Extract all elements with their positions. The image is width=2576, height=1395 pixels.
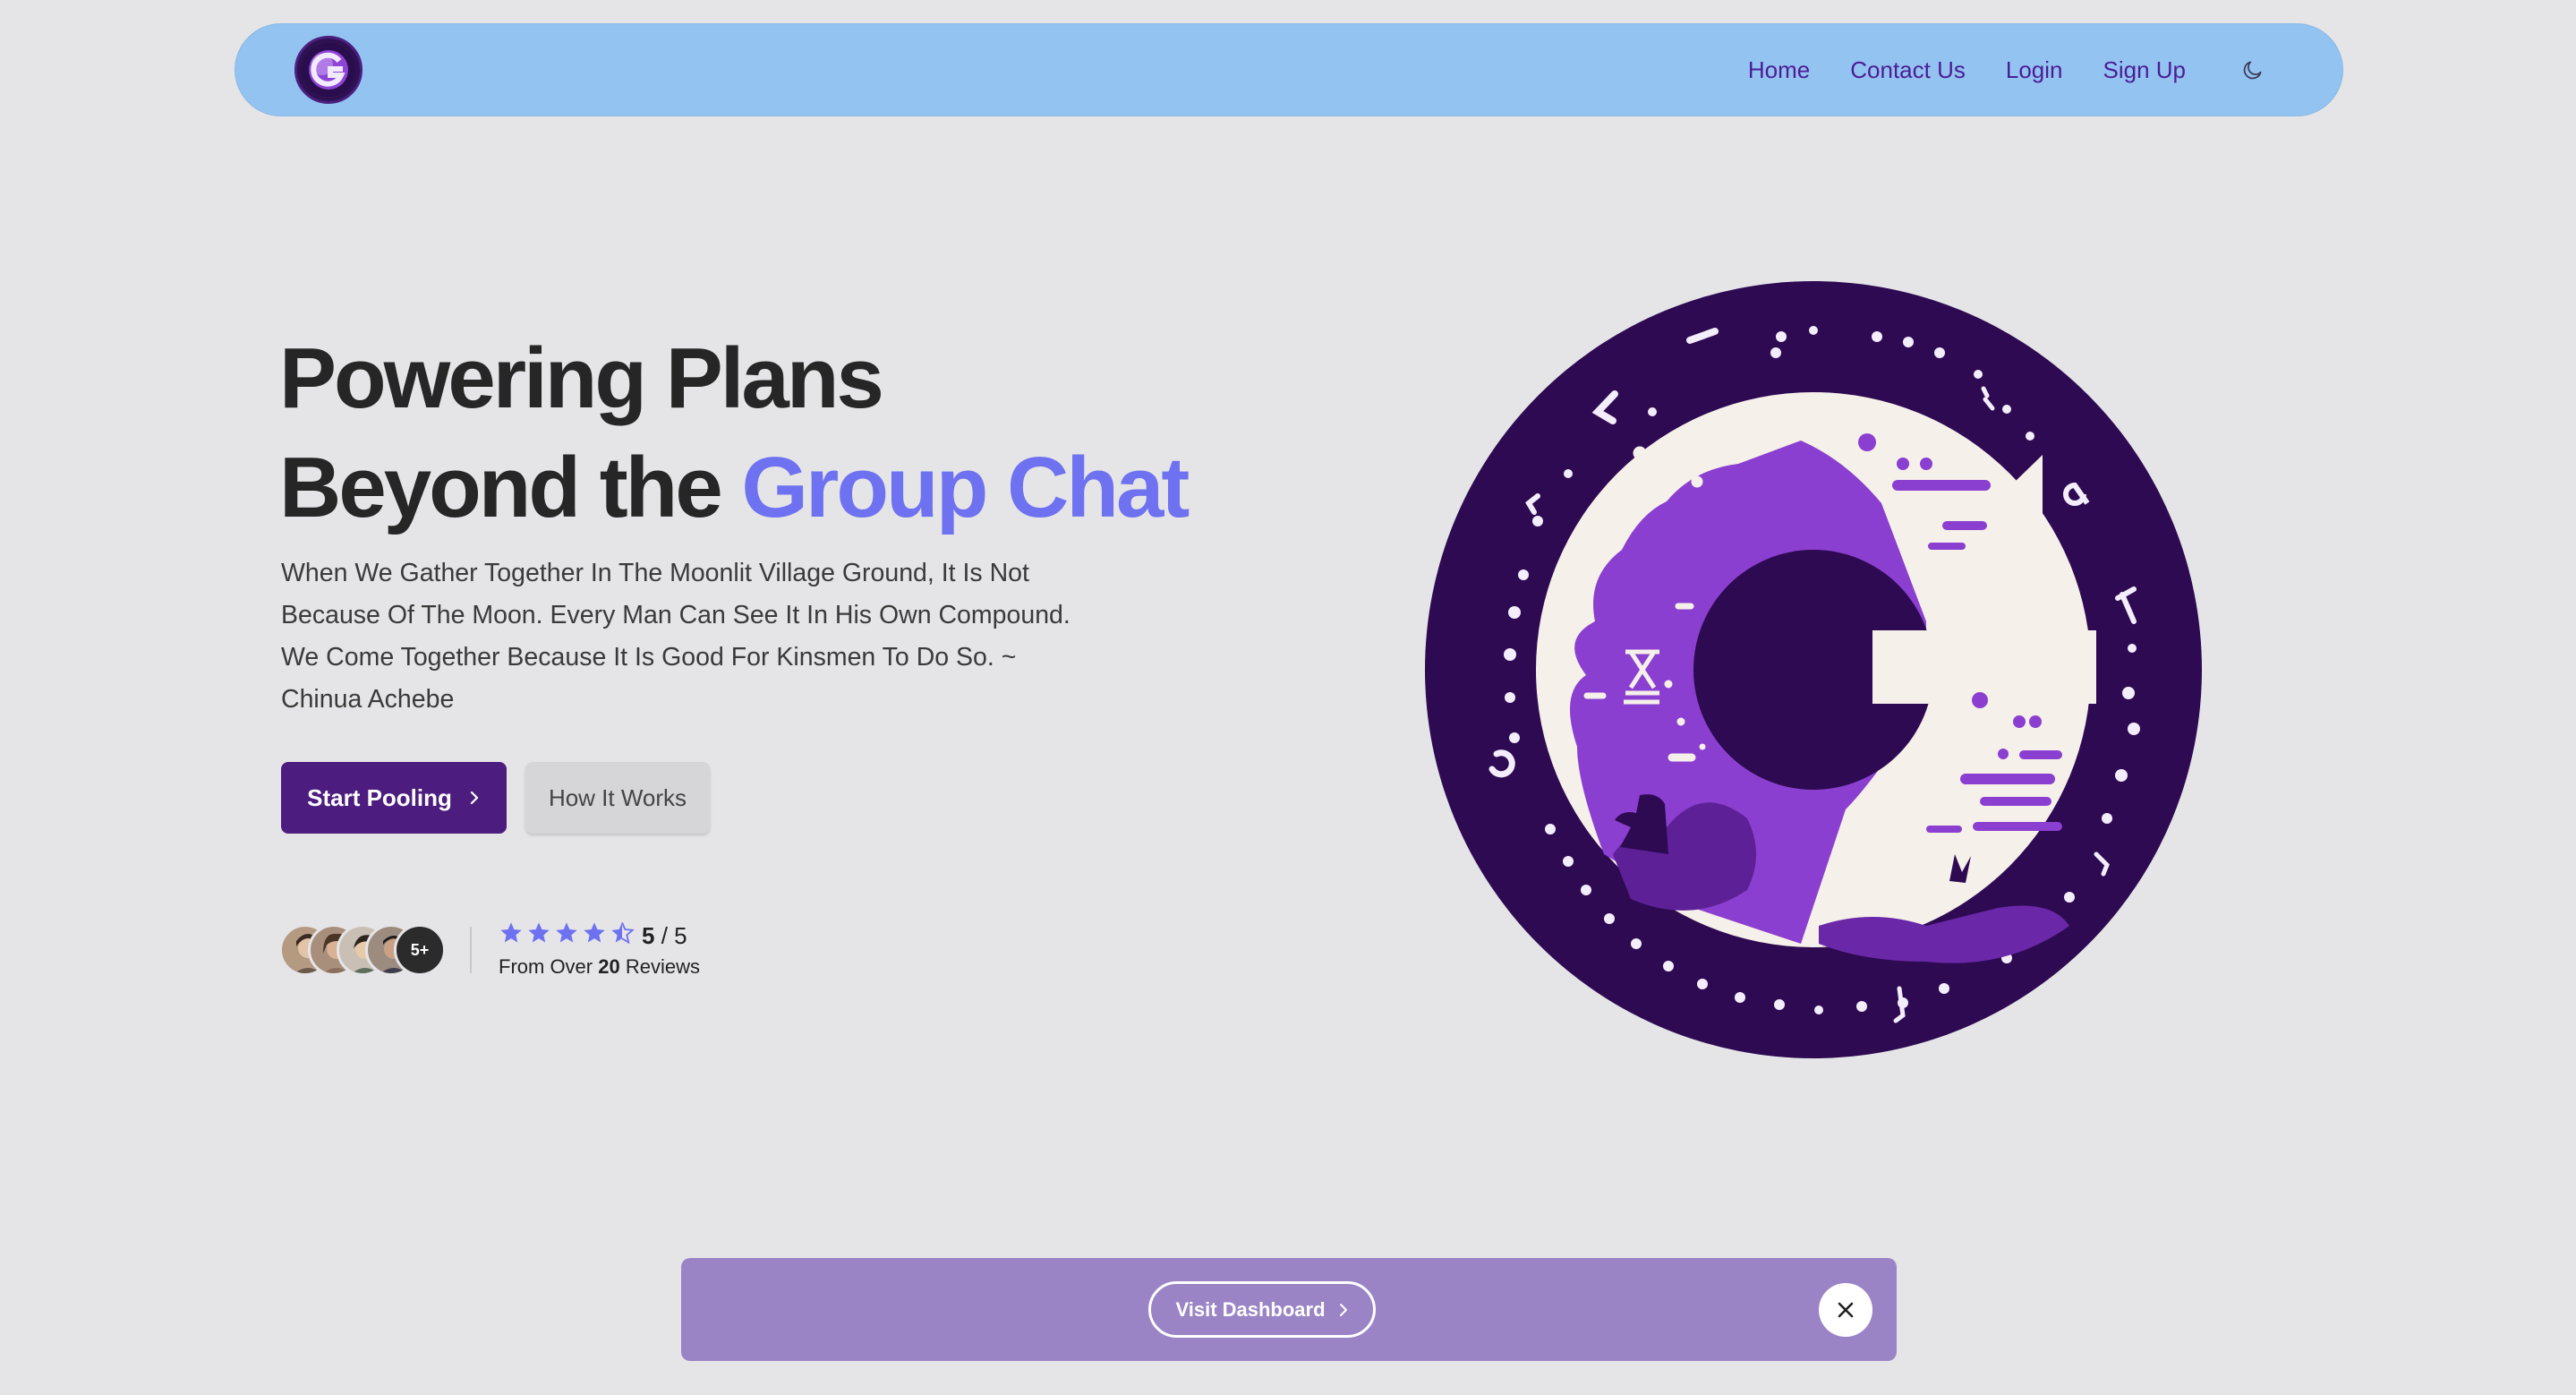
chevron-right-icon: [470, 791, 478, 805]
hero-quote: When We Gather Together In The Moonlit V…: [281, 559, 1070, 714]
avatar-more-badge: 5+: [394, 924, 446, 976]
theme-toggle-button[interactable]: [2235, 52, 2271, 88]
moon-icon: [2243, 61, 2262, 80]
reviewer-avatars: 5+: [279, 924, 446, 978]
reviews-divider: [470, 927, 472, 973]
g-moon-logo-icon: [302, 43, 355, 97]
rating-score: 5 / 5: [642, 922, 687, 949]
star-icon: [528, 922, 550, 943]
nav-contact-link[interactable]: Contact Us: [1850, 56, 1966, 84]
dashboard-banner: Visit Dashboard: [681, 1258, 1897, 1361]
close-icon: [1838, 1302, 1854, 1318]
nav-home-link[interactable]: Home: [1748, 56, 1810, 84]
visit-dashboard-label: Visit Dashboard: [1175, 1297, 1326, 1321]
visit-dashboard-button[interactable]: Visit Dashboard: [1148, 1281, 1376, 1338]
navbar: Home Contact Us Login Sign Up: [235, 23, 2343, 116]
star-icon: [500, 922, 522, 943]
review-caption: From Over 20 Reviews: [499, 955, 700, 978]
how-it-works-button[interactable]: How It Works: [525, 762, 710, 834]
hero-title-accent: Group Chat: [741, 440, 1190, 535]
nav-signup-link[interactable]: Sign Up: [2103, 56, 2187, 84]
half-star-icon: [611, 921, 635, 945]
star-icon: [584, 922, 605, 943]
chevron-right-icon: [1339, 1303, 1347, 1316]
rating-stars: [499, 920, 635, 946]
close-banner-button[interactable]: [1819, 1283, 1872, 1337]
start-pooling-label: Start Pooling: [307, 783, 452, 811]
hero-title-line1: Powering Plans: [279, 330, 884, 426]
hero-title-line2-prefix: Beyond the: [279, 440, 742, 535]
nav-links: Home Contact Us Login Sign Up: [1708, 52, 2271, 88]
g-emblem-illustration: [1425, 281, 2202, 1058]
nav-login-link[interactable]: Login: [2006, 56, 2063, 84]
brand-logo[interactable]: [294, 36, 363, 104]
star-icon: [556, 922, 577, 943]
start-pooling-button[interactable]: Start Pooling: [281, 762, 507, 834]
hero-title: Powering Plans Beyond the Group Chat: [279, 324, 1190, 543]
